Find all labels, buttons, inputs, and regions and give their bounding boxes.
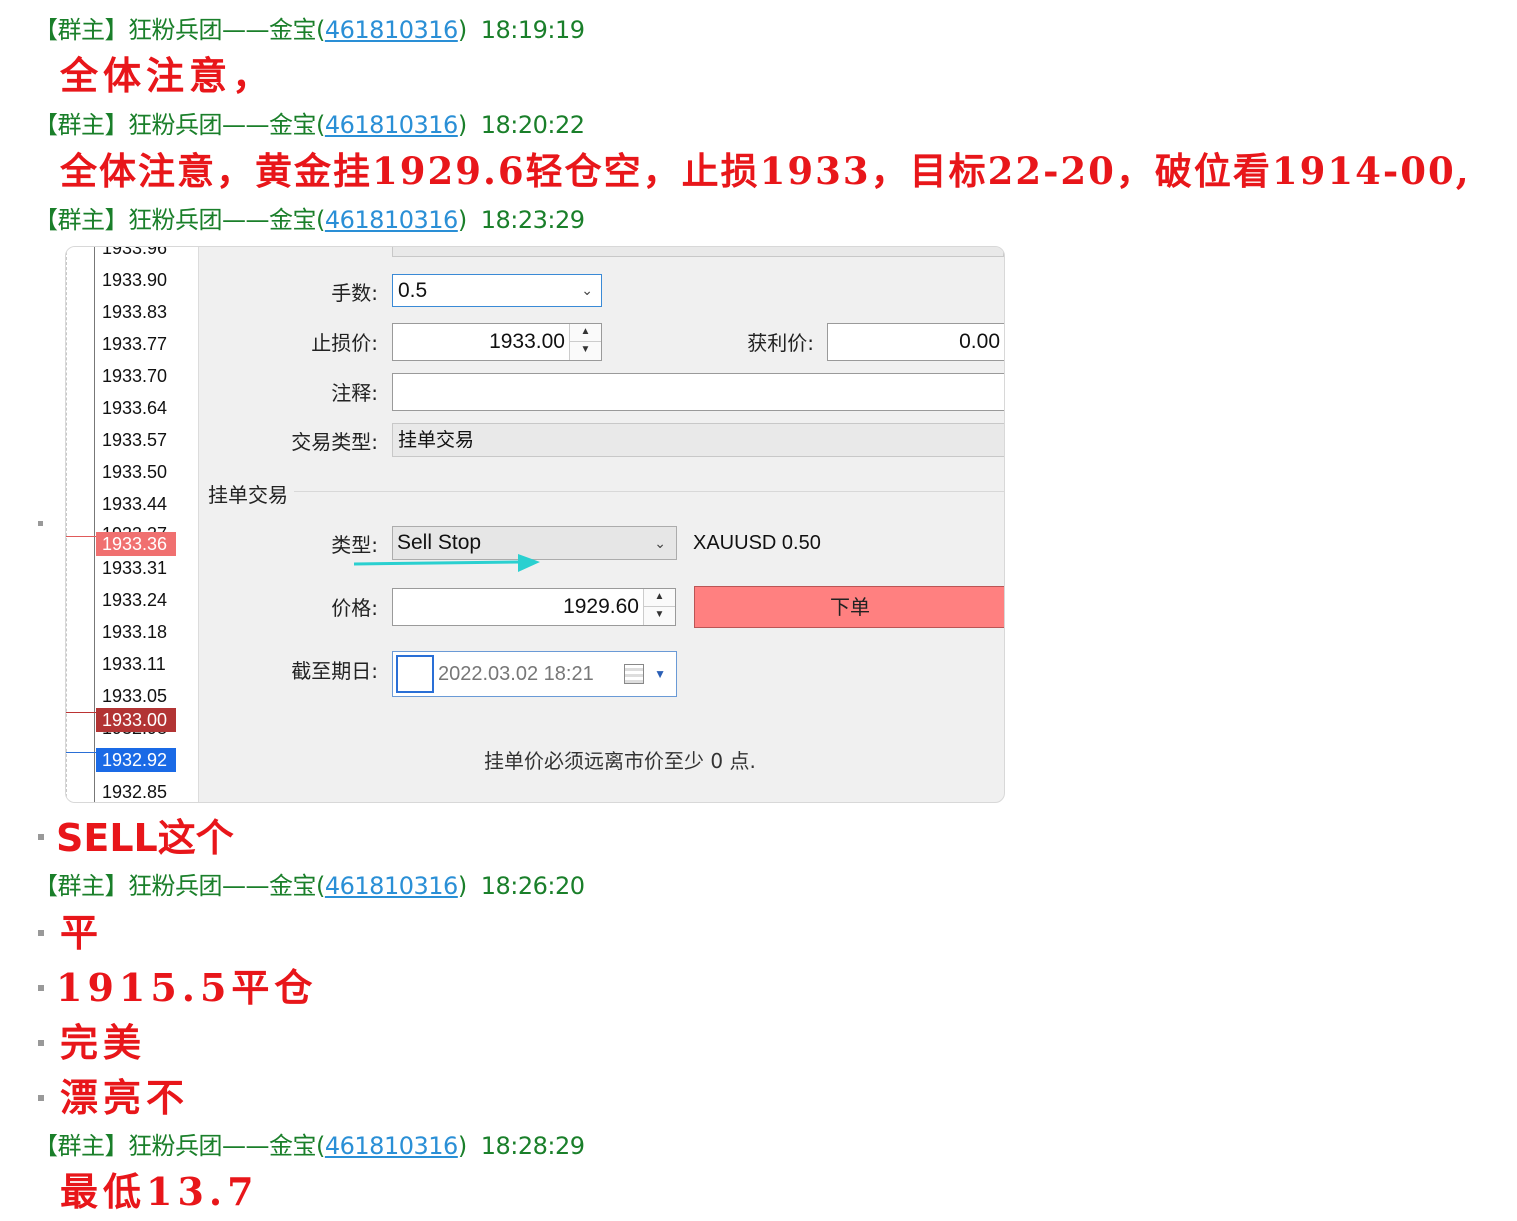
price-tick: 1933.77 [102, 334, 168, 354]
sender-qq-link[interactable]: 461810316 [325, 1132, 458, 1160]
message-header: 【群主】狂粉兵团——金宝(461810316) 18:20:22 [34, 111, 585, 139]
stop-price-tag: 1933.00 [96, 708, 176, 732]
symbol-info: XAUUSD 0.50 [693, 532, 821, 554]
sender-name: 【群主】狂粉兵团——金宝 [34, 16, 317, 44]
sender-name: 【群主】狂粉兵团——金宝 [34, 111, 317, 139]
bullet-dot [38, 834, 44, 840]
price-tick: 1933.31 [102, 558, 168, 578]
price-tick: 1933.05 [102, 686, 168, 706]
comment-input[interactable] [392, 373, 1004, 411]
message-header: 【群主】狂粉兵团——金宝(461810316) 18:19:19 [34, 16, 585, 44]
message-text: 全体注意，黄金挂1929.6轻仓空，止损1933，目标22-20，破位看1914… [60, 149, 1471, 193]
expiry-checkbox[interactable] [396, 655, 434, 693]
price-tick: 1933.90 [102, 270, 168, 290]
pending-order-note: 挂单价必须远离市价至少 0 点. [484, 749, 756, 773]
expiry-value: 2022.03.02 18:21 [438, 663, 594, 685]
order-type-value: Sell Stop [397, 531, 482, 554]
price-tick: 1933.70 [102, 366, 168, 386]
price-tick: 1933.64 [102, 398, 168, 418]
price-tick: 1933.11 [102, 654, 166, 674]
lots-label: 手数: [331, 281, 378, 305]
chevron-down-icon: ⌄ [581, 282, 593, 298]
place-order-button[interactable]: 下单 [694, 586, 1004, 628]
stop-loss-spinner[interactable]: ▲ ▼ [569, 324, 601, 360]
stop-loss-input[interactable]: 1933.00 ▲ ▼ [392, 323, 602, 361]
price-tick: 1933.18 [102, 622, 168, 642]
message-text: 全体注意， [60, 53, 276, 98]
message-header: 【群主】狂粉兵团——金宝(461810316) 18:26:20 [34, 872, 585, 900]
price-tick: 1933.57 [102, 430, 168, 450]
trade-type-value: 挂单交易 [398, 429, 475, 451]
price-value: 1929.60 [563, 595, 639, 618]
message-header: 【群主】狂粉兵团——金宝(461810316) 18:28:29 [34, 1132, 585, 1160]
lots-select[interactable]: 0.5 ⌄ [392, 274, 602, 307]
stop-line [66, 712, 96, 713]
trade-type-label: 交易类型: [291, 430, 378, 454]
ask-line [66, 536, 96, 537]
section-divider [294, 491, 1004, 492]
bullet-dot [38, 521, 43, 526]
trade-type-field: 挂单交易 [392, 423, 1004, 457]
take-profit-value: 0.00 [959, 330, 1000, 353]
message-text: 漂亮不 [60, 1075, 190, 1120]
price-tick: 1933.83 [102, 302, 168, 322]
message-text: 平 [60, 910, 104, 955]
sender-qq-link[interactable]: 461810316 [325, 206, 458, 234]
expiry-label: 截至期日: [291, 659, 378, 683]
lots-value: 0.5 [398, 279, 428, 302]
sender-qq-link[interactable]: 461810316 [325, 111, 458, 139]
message-time: 18:20:22 [480, 111, 585, 139]
sender-name: 【群主】狂粉兵团——金宝 [34, 206, 317, 234]
comment-label: 注释: [331, 381, 378, 405]
order-window-screenshot: 1933.96 1933.90 1933.83 1933.77 1933.70 … [65, 246, 1005, 803]
message-text: SELL这个 [56, 816, 234, 860]
bid-price-tag: 1932.92 [96, 748, 176, 772]
price-tick: 1932.85 [102, 782, 168, 802]
symbol-field [392, 247, 1004, 257]
chevron-down-icon: ⌄ [654, 535, 666, 551]
dropdown-arrow-icon[interactable]: ▼ [654, 652, 666, 696]
price-label: 价格: [331, 596, 378, 620]
message-time: 18:26:20 [480, 872, 585, 900]
message-time: 18:28:29 [480, 1132, 585, 1160]
bullet-dot [38, 1040, 44, 1046]
message-text: 最低13.7 [60, 1169, 259, 1214]
price-axis: 1933.96 1933.90 1933.83 1933.77 1933.70 … [66, 247, 199, 802]
bullet-dot [38, 1095, 44, 1101]
price-tick: 1933.44 [102, 494, 168, 514]
stop-loss-label: 止损价: [311, 331, 378, 355]
message-time: 18:23:29 [480, 206, 585, 234]
take-profit-label: 获利价: [747, 331, 814, 355]
price-tick: 1933.50 [102, 462, 168, 482]
calendar-icon[interactable] [624, 664, 644, 684]
sender-qq-link[interactable]: 461810316 [325, 16, 458, 44]
bullet-dot [38, 985, 44, 991]
message-time: 18:19:19 [480, 16, 585, 44]
stop-loss-value: 1933.00 [489, 330, 565, 353]
price-tick: 1933.24 [102, 590, 168, 610]
sender-qq-link[interactable]: 461810316 [325, 872, 458, 900]
expiry-input[interactable]: 2022.03.02 18:21 ▼ [392, 651, 677, 697]
arrow-annotation [353, 554, 540, 572]
take-profit-input[interactable]: 0.00 [827, 323, 1004, 361]
price-tick: 1933.96 [102, 246, 168, 258]
ask-price-tag: 1933.36 [96, 532, 176, 556]
sender-name: 【群主】狂粉兵团——金宝 [34, 1132, 317, 1160]
bid-line [66, 752, 96, 753]
section-title: 挂单交易 [208, 483, 288, 507]
message-text: 完美 [60, 1020, 147, 1065]
price-input[interactable]: 1929.60 ▲ ▼ [392, 588, 676, 626]
message-header: 【群主】狂粉兵团——金宝(461810316) 18:23:29 [34, 206, 585, 234]
price-spinner[interactable]: ▲ ▼ [643, 589, 675, 625]
bullet-dot [38, 930, 44, 936]
sender-name: 【群主】狂粉兵团——金宝 [34, 872, 317, 900]
message-text: 1915.5平仓 [56, 965, 318, 1010]
